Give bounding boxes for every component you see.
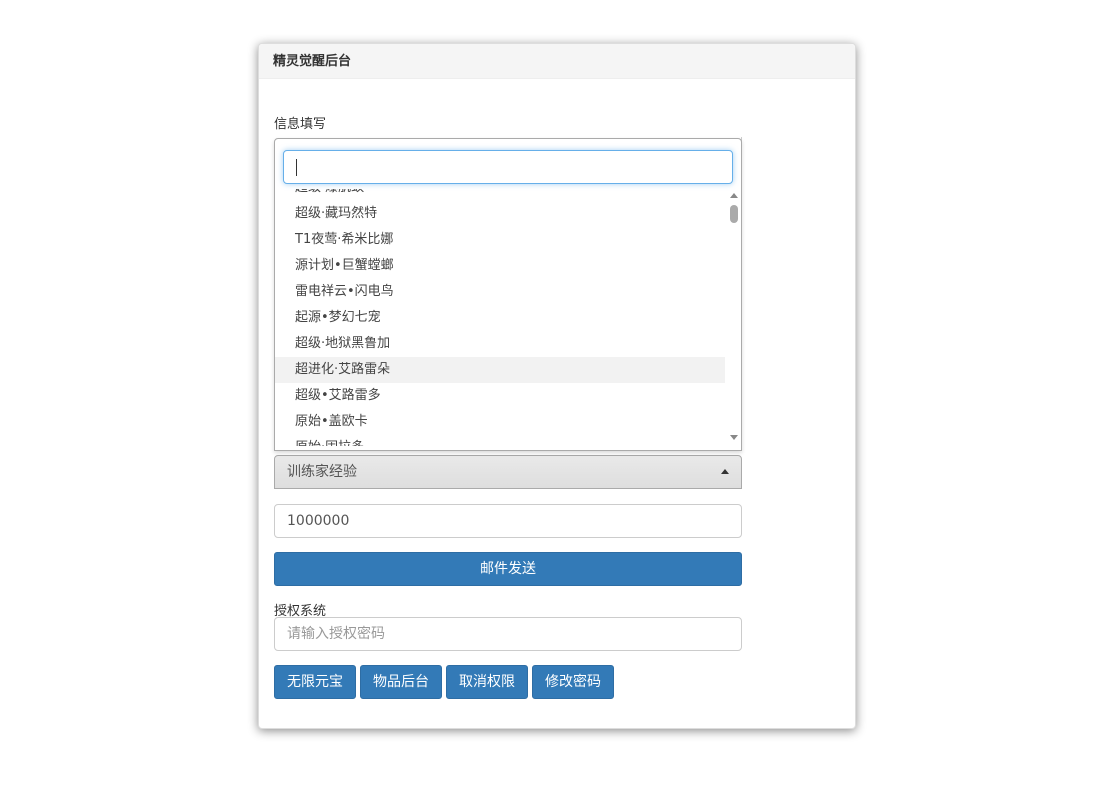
revoke-permission-button[interactable]: 取消权限	[446, 665, 528, 699]
dropdown-option[interactable]: 雷电祥云•闪电鸟	[275, 279, 725, 305]
dropdown-option-highlighted[interactable]: 超进化·艾路雷朵	[275, 357, 725, 383]
amount-input[interactable]: 1000000	[274, 504, 742, 538]
select-dropdown: 超级·爆肌蚊 超级·藏玛然特 T1夜莺·希米比娜 源计划•巨蟹螳螂 雷电祥云•闪…	[274, 138, 742, 451]
dropdown-option[interactable]: 原始•盖欧卡	[275, 409, 725, 435]
scroll-up-arrow-icon[interactable]	[730, 193, 738, 198]
send-mail-button[interactable]: 邮件发送	[274, 552, 742, 586]
mail-type-select[interactable]: 训练家经验	[274, 455, 742, 489]
dropdown-option[interactable]: 超级·爆肌蚊	[275, 189, 725, 201]
dropdown-option[interactable]: 超级·地狱黑鲁加	[275, 331, 725, 357]
dropdown-option[interactable]: T1夜莺·希米比娜	[275, 227, 725, 253]
unlimited-gold-button[interactable]: 无限元宝	[274, 665, 356, 699]
info-section-label: 信息填写	[274, 117, 327, 132]
admin-panel: 精灵觉醒后台 信息填写 训练家经验 1000000 邮件发送 授权系统 请输入授…	[258, 43, 856, 729]
dropdown-option[interactable]: 超级•艾路雷多	[275, 383, 725, 409]
caret-up-icon	[721, 469, 729, 474]
scroll-down-arrow-icon[interactable]	[730, 435, 738, 440]
dropdown-search-input[interactable]	[283, 150, 733, 184]
dropdown-option[interactable]: 原始·固拉多	[275, 435, 725, 446]
dropdown-option-list: 超级·爆肌蚊 超级·藏玛然特 T1夜莺·希米比娜 源计划•巨蟹螳螂 雷电祥云•闪…	[275, 189, 727, 446]
text-cursor	[296, 159, 297, 176]
mail-type-select-value: 训练家经验	[287, 464, 357, 480]
scrollbar-thumb[interactable]	[730, 205, 738, 223]
auth-password-input[interactable]: 请输入授权密码	[274, 617, 742, 651]
panel-title: 精灵觉醒后台	[259, 44, 855, 79]
change-password-button[interactable]: 修改密码	[532, 665, 614, 699]
dropdown-option[interactable]: 超级·藏玛然特	[275, 201, 725, 227]
dropdown-option[interactable]: 源计划•巨蟹螳螂	[275, 253, 725, 279]
dropdown-scrollbar[interactable]	[729, 189, 739, 444]
dropdown-option[interactable]: 起源•梦幻七宠	[275, 305, 725, 331]
item-backend-button[interactable]: 物品后台	[360, 665, 442, 699]
